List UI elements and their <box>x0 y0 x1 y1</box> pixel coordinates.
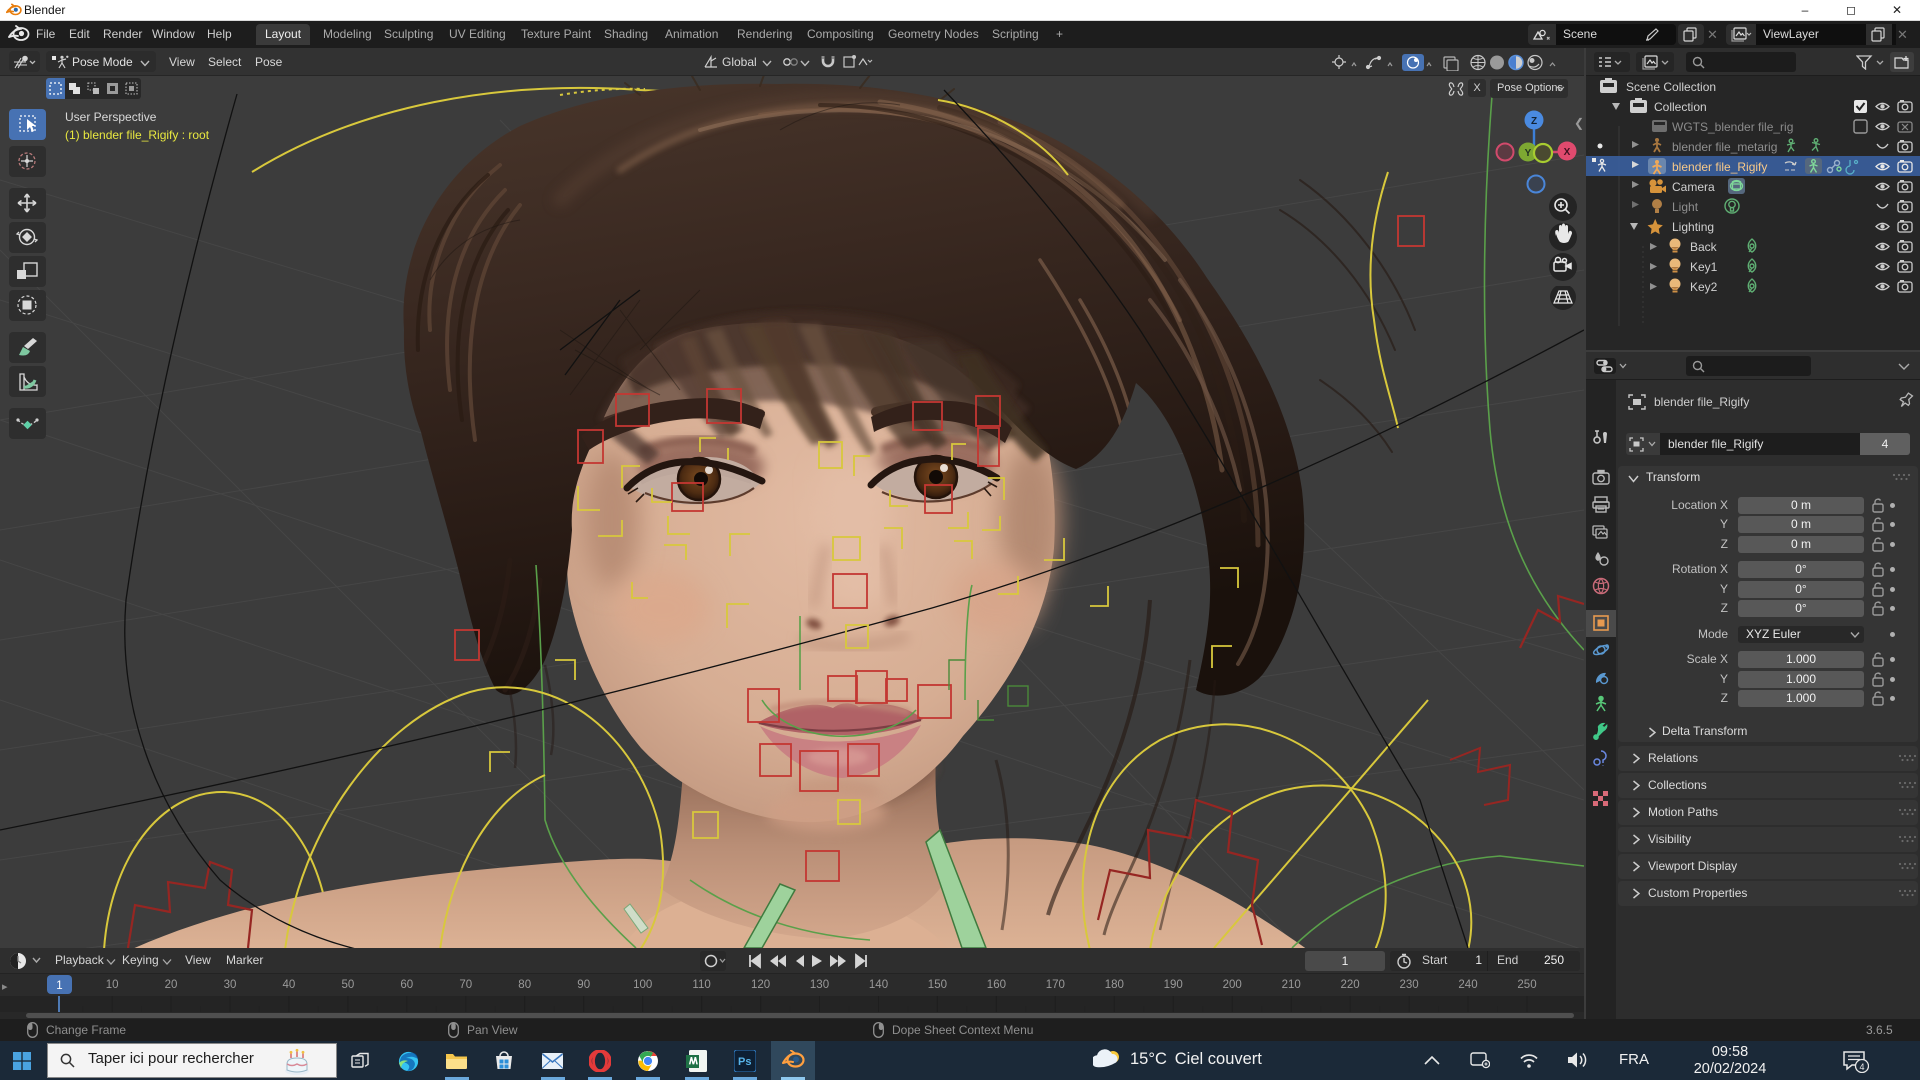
svg-text:110: 110 <box>692 979 710 991</box>
svg-text:Z: Z <box>1531 116 1537 127</box>
svg-text:250: 250 <box>1517 979 1536 991</box>
svg-text:40: 40 <box>283 979 296 991</box>
svg-text:4: 4 <box>1859 1062 1864 1072</box>
svg-text:120: 120 <box>751 979 770 991</box>
svg-text:80: 80 <box>518 979 531 991</box>
svg-text:70: 70 <box>459 979 472 991</box>
svg-text:90: 90 <box>577 979 590 991</box>
svg-text:220: 220 <box>1341 979 1360 991</box>
svg-text:150: 150 <box>928 979 947 991</box>
svg-text:170: 170 <box>1046 979 1065 991</box>
svg-text:Back: Back <box>1690 240 1718 254</box>
svg-text:Key1: Key1 <box>1690 260 1718 274</box>
svg-text:130: 130 <box>810 979 829 991</box>
svg-text:240: 240 <box>1458 979 1477 991</box>
svg-text:190: 190 <box>1164 979 1183 991</box>
svg-text:Ps: Ps <box>738 1056 751 1068</box>
svg-text:100: 100 <box>633 979 652 991</box>
svg-text:10: 10 <box>106 979 119 991</box>
svg-text:230: 230 <box>1400 979 1419 991</box>
svg-text:200: 200 <box>1223 979 1242 991</box>
svg-text:160: 160 <box>987 979 1006 991</box>
svg-text:180: 180 <box>1105 979 1124 991</box>
svg-text:30: 30 <box>224 979 237 991</box>
svg-text:1: 1 <box>56 980 62 992</box>
svg-text:50: 50 <box>342 979 355 991</box>
svg-text:60: 60 <box>400 979 413 991</box>
svg-text:Key2: Key2 <box>1690 280 1718 294</box>
svg-text:Y: Y <box>1525 148 1532 159</box>
svg-text:210: 210 <box>1282 979 1301 991</box>
svg-text:X: X <box>1564 147 1571 158</box>
svg-text:140: 140 <box>869 979 888 991</box>
svg-text:20: 20 <box>165 979 178 991</box>
